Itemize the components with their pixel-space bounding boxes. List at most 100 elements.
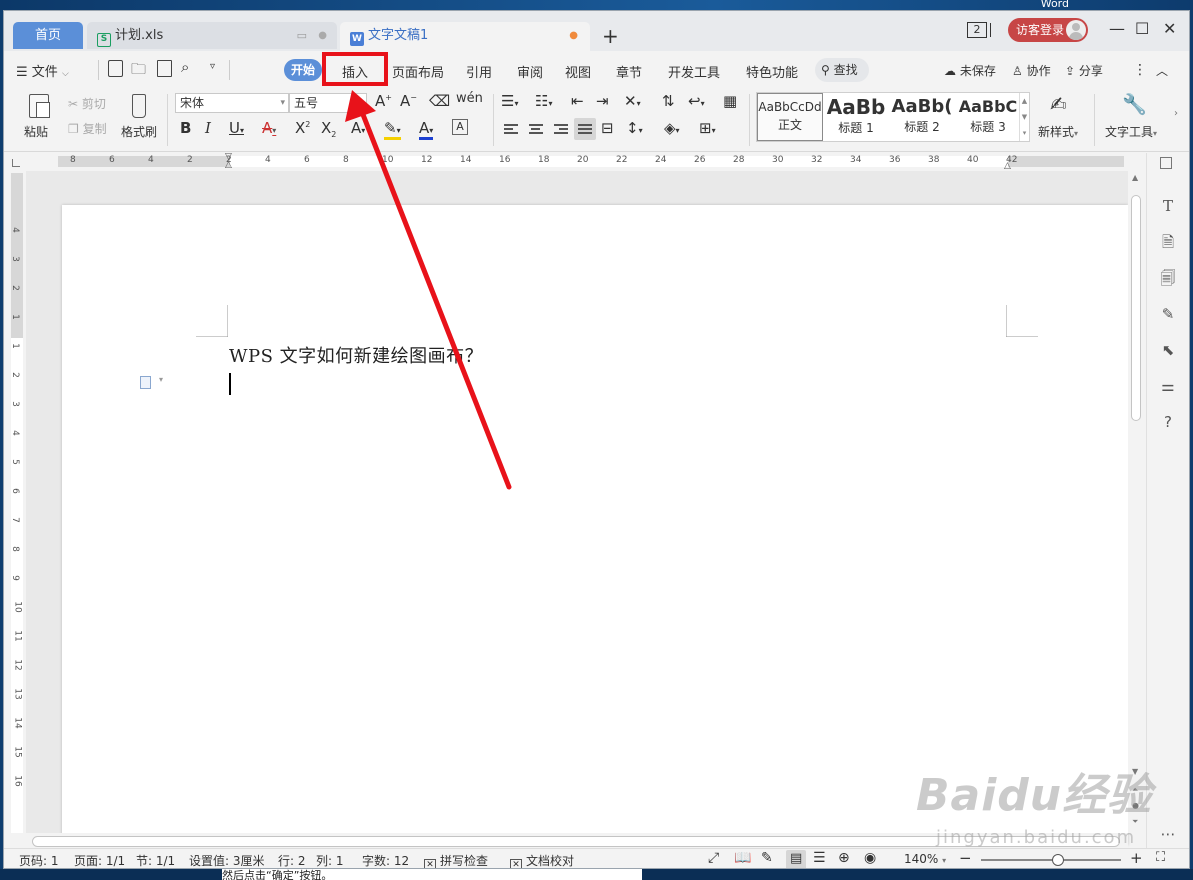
chevron-down-icon[interactable]: ▾ [159, 375, 163, 384]
text-effects-icon[interactable]: A▾ [351, 119, 365, 137]
borders-icon[interactable]: ⊞▾ [699, 119, 716, 137]
new-document-icon[interactable] [108, 60, 123, 77]
sort-icon[interactable]: ⇅ [662, 92, 675, 110]
zoom-in-icon[interactable]: + [1130, 849, 1143, 867]
ribbon-scroll-right-icon[interactable]: › [1174, 108, 1178, 119]
table-tools-icon[interactable]: ▦ [723, 92, 737, 110]
search-button[interactable]: ⚲ 查找 [815, 58, 869, 82]
align-center-icon[interactable] [529, 124, 543, 136]
maximize-icon[interactable]: ☐ [1135, 19, 1149, 38]
fit-window-icon[interactable]: ⛶ [1156, 850, 1165, 865]
paste-button[interactable]: 粘贴 [24, 92, 56, 144]
document-text-line[interactable]: WPS 文字如何新建绘图画布？ [229, 342, 483, 368]
page-view-button[interactable]: ▤ [786, 850, 806, 868]
zoom-level[interactable]: 140% ▾ [904, 852, 946, 866]
pen-icon[interactable]: ✎ [1159, 305, 1177, 323]
status-word-count[interactable]: 字数: 12 [362, 852, 409, 868]
bullet-list-icon[interactable]: ☰▾ [501, 92, 518, 110]
new-tab-button[interactable]: + [602, 24, 619, 48]
minimize-icon[interactable]: — [1109, 19, 1125, 38]
customize-dropdown-icon[interactable]: ▿ [210, 61, 215, 72]
style-normal[interactable]: AaBbCcDd 正文 [757, 93, 823, 141]
increase-indent-icon[interactable]: ⇥ [596, 92, 609, 110]
superscript-icon[interactable]: X2 [295, 119, 310, 137]
tab-start[interactable]: 开始 [284, 59, 322, 81]
backup-icon[interactable]: 🗐 [1159, 269, 1177, 287]
chinese-layout-icon[interactable]: ✕▾ [624, 92, 641, 110]
cloud-save-status[interactable]: ☁ 未保存 [944, 62, 996, 79]
subscript-icon[interactable]: X2 [321, 119, 336, 139]
more-options-icon[interactable]: ⋮ [1133, 62, 1147, 78]
more-icon[interactable]: ⋯ [1159, 825, 1177, 843]
new-style-button[interactable]: ✍ 新样式▾ [1034, 92, 1090, 144]
tab-view[interactable]: 视图 [565, 62, 591, 81]
cut-button[interactable]: ✂ 剪切 [68, 95, 106, 112]
document-canvas[interactable]: WPS 文字如何新建绘图画布？ ▾ [26, 171, 1128, 845]
character-border-icon[interactable]: A [452, 119, 468, 135]
decrease-indent-icon[interactable]: ⇤ [571, 92, 584, 110]
text-tools-button[interactable]: 🔧 文字工具▾ [1102, 92, 1164, 144]
copy-button[interactable]: ❐ 复制 [68, 120, 107, 137]
format-painter-button[interactable]: 格式刷 [120, 92, 160, 144]
text-style-icon[interactable]: T [1159, 197, 1177, 215]
close-icon[interactable]: ✕ [1163, 19, 1176, 38]
outline-view-icon[interactable]: ☰ [813, 850, 826, 866]
font-name-select[interactable]: 宋体 ▾ [175, 93, 289, 113]
tab-chapter[interactable]: 章节 [616, 62, 642, 81]
help-icon[interactable]: ? [1159, 413, 1177, 431]
zoom-slider[interactable] [981, 854, 1121, 866]
file-menu[interactable]: ☰ 文件 ⌵ [16, 61, 69, 80]
status-pages[interactable]: 页面: 1/1 [74, 852, 125, 868]
reading-mode-icon[interactable]: 📖 [734, 850, 751, 866]
monitor-icon[interactable]: ▭ [297, 22, 307, 49]
web-view-icon[interactable]: ⊕ [838, 850, 850, 866]
eye-protection-icon[interactable]: ◉ [864, 850, 876, 866]
tab-review[interactable]: 审阅 [517, 62, 543, 81]
settings-sliders-icon[interactable]: ⚌ [1159, 377, 1177, 395]
zoom-slider-knob[interactable] [1052, 854, 1064, 866]
style-heading-3[interactable]: AaBbC 标题 3 [955, 93, 1021, 141]
style-heading-1[interactable]: AaBb 标题 1 [823, 93, 889, 141]
panel-toggle-icon[interactable] [1160, 157, 1172, 169]
shading-icon[interactable]: ◈▾ [664, 119, 680, 137]
status-page-number[interactable]: 页码: 1 [19, 852, 59, 868]
italic-icon[interactable]: I [205, 119, 211, 137]
align-left-icon[interactable] [504, 124, 518, 136]
tab-page-layout[interactable]: 页面布局 [392, 62, 444, 81]
tab-spreadsheet[interactable]: S 计划.xls ▭ ● [87, 22, 337, 49]
strikethrough-icon[interactable]: A▾ [262, 119, 276, 137]
cursor-select-icon[interactable]: ⬉ [1159, 341, 1177, 359]
spell-check-button[interactable]: ✕ 拼写检查 [424, 852, 488, 868]
vertical-scroll-thumb[interactable] [1131, 195, 1141, 421]
highlight-color-icon[interactable]: ✎▾ [384, 119, 401, 140]
document-page[interactable]: WPS 文字如何新建绘图画布？ ▾ [62, 205, 1128, 845]
font-color-icon[interactable]: A▾ [419, 119, 434, 140]
tab-references[interactable]: 引用 [466, 62, 492, 81]
share-button[interactable]: ⇪ 分享 [1065, 62, 1103, 79]
open-folder-icon[interactable]: 🗀 [131, 59, 146, 84]
horizontal-ruler[interactable]: 8 6 4 2 2 4 6 8 10 12 14 16 18 20 22 24 26 28 30 32 34 36 38 40… [4, 153, 1144, 171]
style-heading-2[interactable]: AaBb( 标题 2 [889, 93, 955, 141]
underline-icon[interactable]: U▾ [229, 119, 244, 137]
paragraph-layout-icon[interactable] [140, 376, 151, 389]
clear-format-icon[interactable]: ⌫ [429, 92, 450, 110]
tab-home[interactable]: 首页 [13, 22, 83, 49]
pinyin-guide-icon[interactable]: wén [456, 91, 483, 106]
justify-button[interactable] [574, 118, 596, 140]
save-icon[interactable] [157, 60, 172, 77]
gallery-scroll[interactable]: ▲ ▼ ▾ [1019, 93, 1029, 141]
bold-icon[interactable]: B [180, 119, 191, 137]
print-preview-icon[interactable]: ⌕ [181, 58, 189, 76]
font-size-select[interactable]: 五号 ▾ [289, 93, 367, 113]
guest-login-button[interactable]: 访客登录 [1008, 18, 1088, 42]
grow-font-icon[interactable]: A+ [375, 92, 392, 110]
status-column[interactable]: 列: 1 [316, 852, 344, 868]
status-row[interactable]: 行: 2 [278, 852, 306, 868]
numbered-list-icon[interactable]: ☷▾ [535, 92, 552, 110]
fullscreen-icon[interactable]: ⤢ [708, 850, 719, 866]
align-right-icon[interactable] [554, 124, 568, 136]
tab-document[interactable]: W 文字文稿1 ● [340, 22, 590, 52]
annotate-icon[interactable]: ✎ [761, 850, 773, 866]
shrink-font-icon[interactable]: A− [400, 92, 417, 110]
document-proofread-button[interactable]: ✕ 文档校对 [510, 852, 574, 868]
